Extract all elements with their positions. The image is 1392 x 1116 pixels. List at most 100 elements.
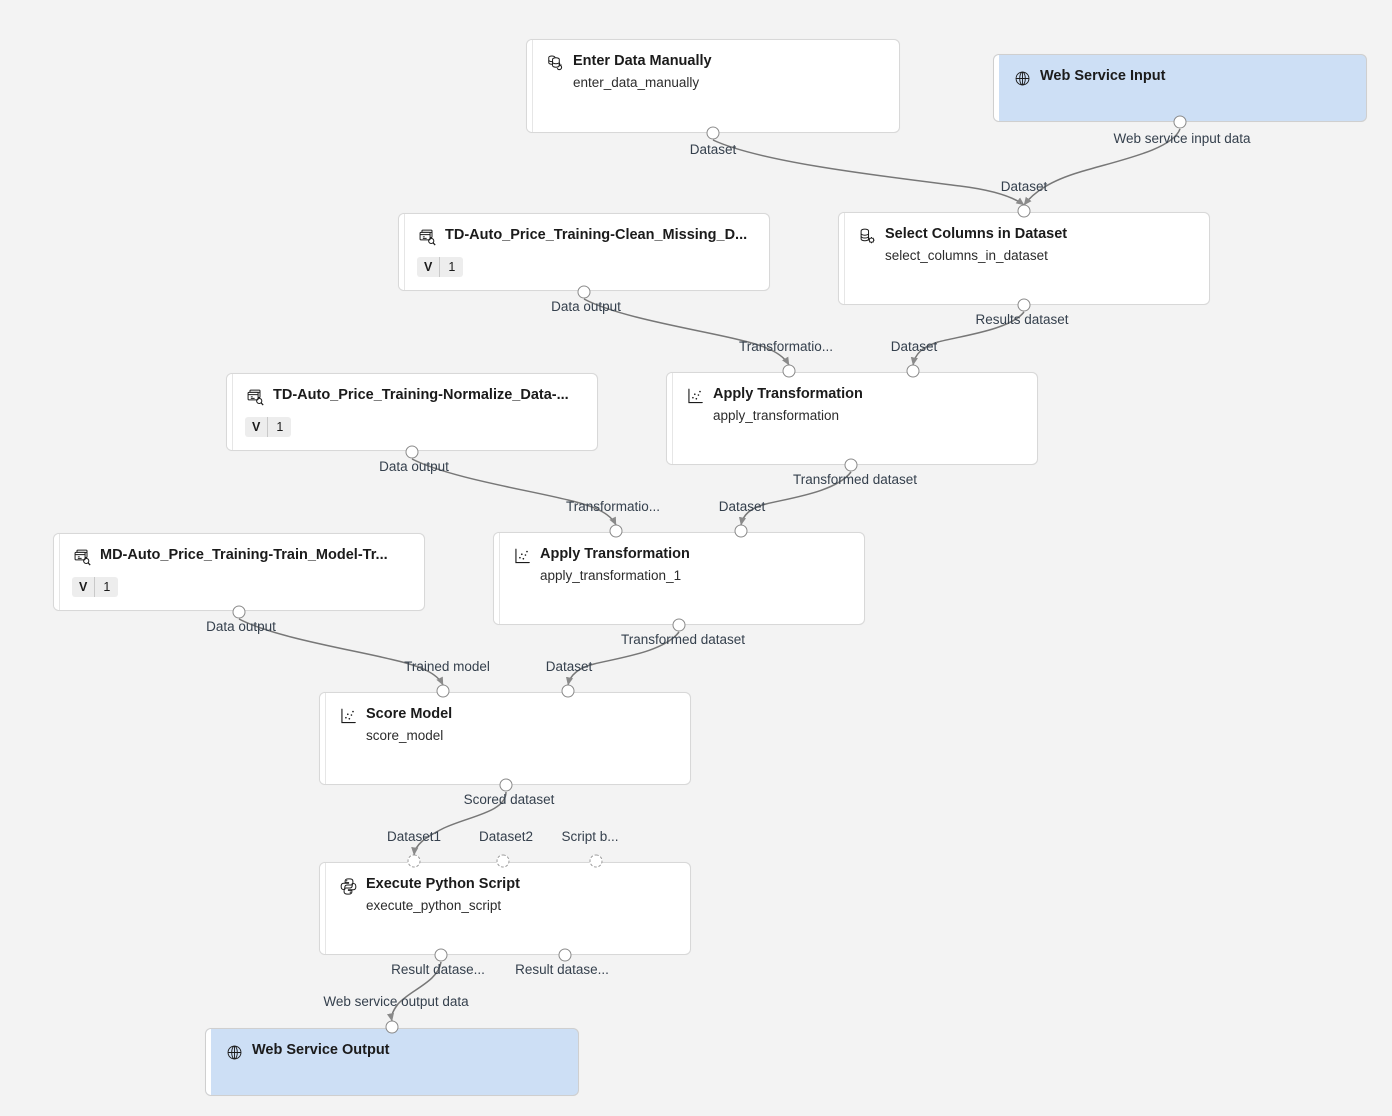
select-columns-icon [857, 226, 877, 246]
version-badge[interactable]: V1 [417, 257, 464, 277]
node-header: Apply Transformation [685, 385, 1027, 406]
node-subtitle: apply_transformation [713, 408, 840, 423]
version-badge-value: 1 [103, 580, 111, 594]
port-p_at1_out[interactable] [672, 618, 686, 632]
node-header: TD-Auto_Price_Training-Clean_Missing_D..… [417, 226, 759, 247]
node-body: TD-Auto_Price_Training-Normalize_Data-..… [245, 386, 587, 437]
node-accent-bar [494, 533, 500, 624]
port-label-p_wsi_out: Web service input data [1113, 131, 1251, 146]
port-p_at1_in_tf[interactable] [609, 524, 623, 538]
node-body: Enter Data Manually enter_data_manually [545, 52, 889, 92]
node-select_columns_in_dataset[interactable]: Select Columns in Dataset select_columns_… [838, 212, 1210, 305]
node-execute_python_script[interactable]: Execute Python Script execute_python_scri… [319, 862, 691, 955]
node-enter_data_manually[interactable]: Enter Data Manually enter_data_manually [526, 39, 900, 133]
node-body: Web Service Output [224, 1041, 568, 1062]
node-body: Execute Python Script execute_python_scri… [338, 875, 680, 915]
node-accent-bar [839, 213, 845, 304]
node-header: TD-Auto_Price_Training-Normalize_Data-..… [245, 386, 587, 407]
port-p_sm_in_ds[interactable] [561, 684, 575, 698]
node-td_normalize_data[interactable]: TD-Auto_Price_Training-Normalize_Data-..… [226, 373, 598, 451]
port-label-p_edm_out: Dataset [689, 142, 737, 157]
version-badge-key: V [417, 257, 441, 277]
port-p_sm_out[interactable] [499, 778, 513, 792]
transform-icon [512, 546, 532, 566]
node-td_clean_missing_data[interactable]: TD-Auto_Price_Training-Clean_Missing_D..… [398, 213, 770, 291]
node-body: Apply Transformation apply_transformation [685, 385, 1027, 425]
node-body: Web Service Input [1012, 67, 1356, 88]
port-label-p_eps_in_3: Script b... [561, 829, 619, 844]
node-header: Web Service Output [224, 1041, 568, 1062]
enter-data-icon [545, 53, 565, 73]
port-p_wsi_out[interactable] [1173, 115, 1187, 129]
node-title: TD-Auto_Price_Training-Clean_Missing_D..… [445, 227, 748, 243]
version-badge-key: V [72, 577, 96, 597]
node-web_service_input[interactable]: Web Service Input [993, 54, 1367, 122]
port-p_md_out[interactable] [232, 605, 246, 619]
version-badge[interactable]: V1 [245, 417, 292, 437]
port-p_eps_in_2[interactable] [496, 854, 510, 868]
port-p_eps_in_1[interactable] [407, 854, 421, 868]
node-body: Select Columns in Dataset select_columns_… [857, 225, 1199, 265]
port-label-p_scd_out: Results dataset [975, 312, 1069, 327]
pipeline-canvas[interactable]: Enter Data Manually enter_data_manually We… [0, 0, 1392, 1116]
transform-icon [338, 706, 358, 726]
port-p_at1_in_ds[interactable] [734, 524, 748, 538]
node-accent-bar [399, 214, 405, 290]
node-title: Apply Transformation [540, 546, 690, 562]
port-p_at_out[interactable] [844, 458, 858, 472]
node-header: Score Model [338, 705, 680, 726]
node-accent-bar [227, 374, 233, 450]
port-p_scd_out[interactable] [1017, 298, 1031, 312]
port-label-p_at_out: Transformed dataset [792, 472, 918, 487]
node-title: Apply Transformation [713, 386, 863, 402]
port-label-p_eps_out_1: Result datase... [391, 962, 485, 977]
node-body: Score Model score_model [338, 705, 680, 745]
node-accent-bar [667, 373, 673, 464]
node-title: Enter Data Manually [573, 53, 712, 69]
port-p_scd_in[interactable] [1017, 204, 1031, 218]
edge-p_edm_out-to-p_scd_in[interactable] [712, 139, 1025, 206]
dataset-asset-icon [245, 387, 265, 407]
node-title: Score Model [366, 706, 453, 722]
node-accent-bar [320, 693, 326, 784]
node-title: Web Service Input [1040, 68, 1166, 84]
port-label-p_eps_in_2: Dataset2 [478, 829, 534, 844]
port-p_at_in_ds[interactable] [906, 364, 920, 378]
version-badge[interactable]: V1 [72, 577, 119, 597]
globe-icon [224, 1042, 244, 1062]
port-p_eps_out_1[interactable] [434, 948, 448, 962]
port-p_sm_in_model[interactable] [436, 684, 450, 698]
port-label-p_sm_in_model: Trained model [404, 659, 490, 674]
port-label-p_sm_in_ds: Dataset [545, 659, 593, 674]
port-p_edm_out[interactable] [706, 126, 720, 140]
port-p_at_in_tf[interactable] [782, 364, 796, 378]
port-label-p_tdclean_out: Data output [551, 299, 621, 314]
dataset-asset-icon [417, 227, 437, 247]
port-p_eps_in_3[interactable] [589, 854, 603, 868]
node-body: MD-Auto_Price_Training-Train_Model-Tr...… [72, 546, 414, 597]
node-body: Apply Transformation apply_transformation… [512, 545, 854, 585]
node-apply_transformation_1[interactable]: Apply Transformation apply_transformation… [493, 532, 865, 625]
version-badge-value: 1 [276, 420, 284, 434]
node-header: Apply Transformation [512, 545, 854, 566]
port-p_eps_out_2[interactable] [558, 948, 572, 962]
port-p_wso_in[interactable] [385, 1020, 399, 1034]
node-accent-bar [206, 1029, 211, 1095]
node-apply_transformation[interactable]: Apply Transformation apply_transformation [666, 372, 1038, 465]
node-accent-bar [994, 55, 999, 121]
port-label-p_at_in_tf: Transformatio... [738, 339, 834, 354]
node-web_service_output[interactable]: Web Service Output [205, 1028, 579, 1096]
node-md_train_model[interactable]: MD-Auto_Price_Training-Train_Model-Tr...… [53, 533, 425, 611]
node-header: Web Service Input [1012, 67, 1356, 88]
node-score_model[interactable]: Score Model score_model [319, 692, 691, 785]
port-label-p_at_in_ds: Dataset [890, 339, 938, 354]
port-label-p_eps_in_1: Dataset1 [386, 829, 442, 844]
port-label-p_md_out: Data output [206, 619, 276, 634]
node-title: MD-Auto_Price_Training-Train_Model-Tr... [100, 547, 388, 563]
node-subtitle: execute_python_script [366, 898, 502, 913]
node-title: TD-Auto_Price_Training-Normalize_Data-..… [273, 387, 569, 403]
node-subtitle: apply_transformation_1 [540, 568, 682, 583]
port-p_tdnorm_out[interactable] [405, 445, 419, 459]
version-badge-value: 1 [448, 260, 456, 274]
port-p_tdclean_out[interactable] [577, 285, 591, 299]
